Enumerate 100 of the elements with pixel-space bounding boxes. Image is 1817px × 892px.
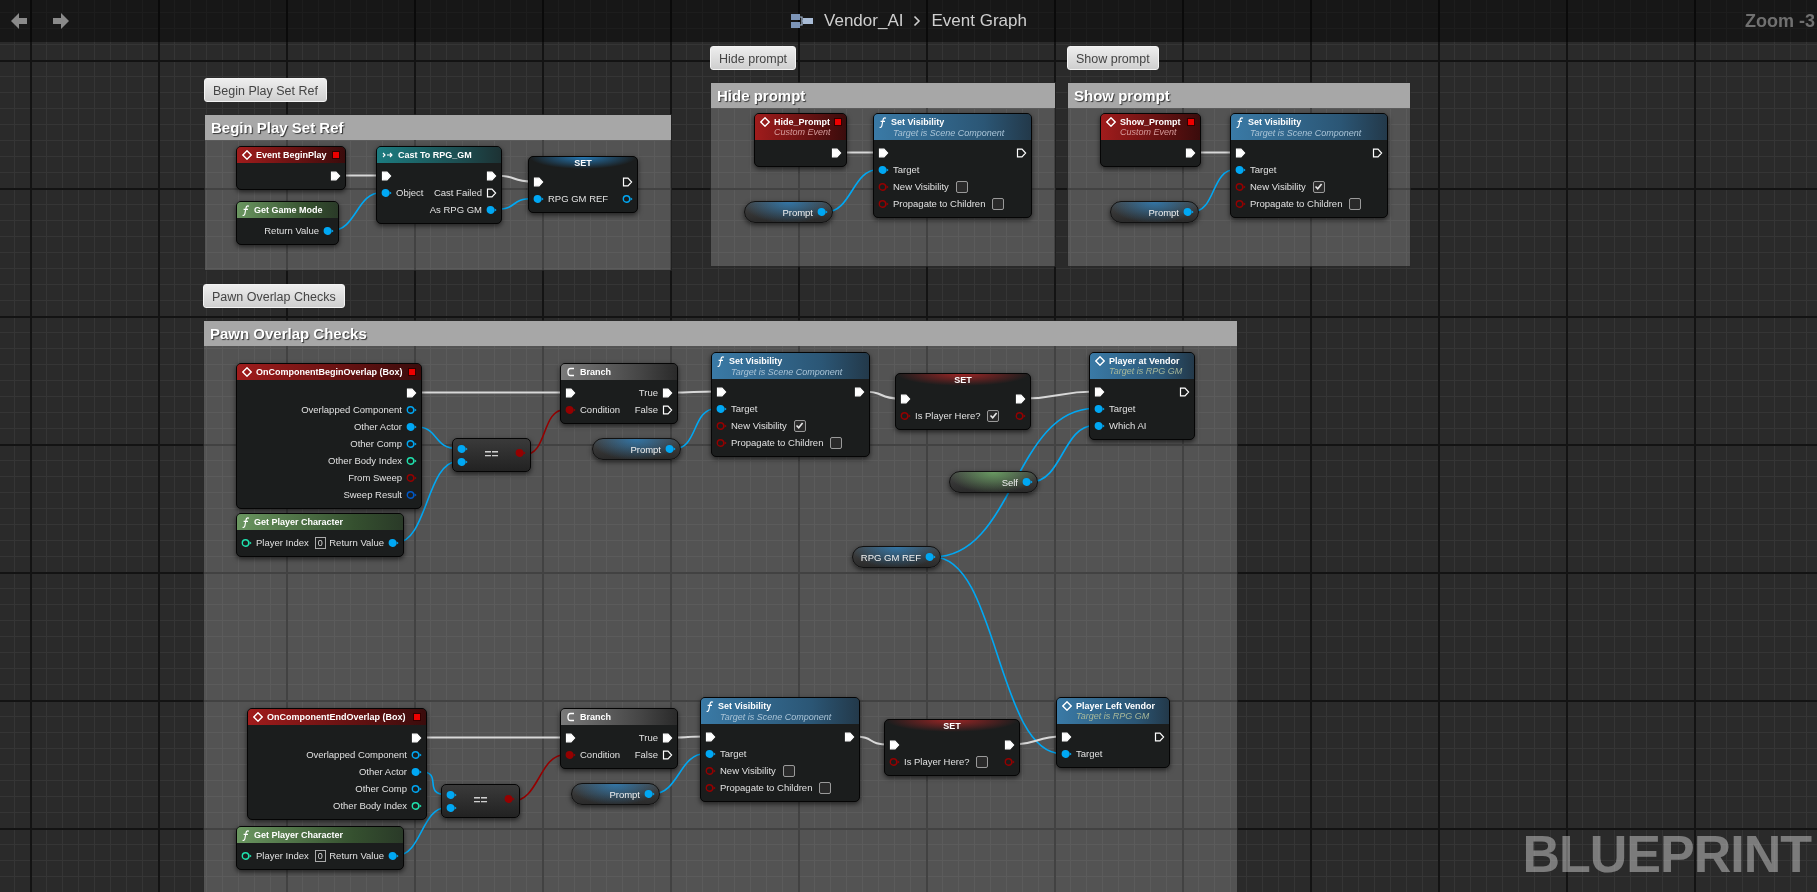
variable-label: Prompt bbox=[1148, 206, 1179, 218]
pin-label: Other Body Index bbox=[333, 800, 407, 811]
node-title: Player at Vendor bbox=[1109, 356, 1180, 366]
pin-label: Is Player Here? bbox=[904, 756, 970, 767]
node-title: SET bbox=[574, 158, 592, 168]
node-subtitle: Target is Scene Component bbox=[730, 366, 844, 377]
comment-title: Show prompt bbox=[1068, 83, 1410, 108]
pin-label: Player Index bbox=[256, 850, 309, 861]
node-title: Set Visibility bbox=[891, 117, 945, 127]
node-subtitle: Target is Scene Component bbox=[719, 711, 833, 722]
cast-node[interactable]: Cast To RPG_GM Object Cast Failed As RPG GM bbox=[376, 146, 502, 224]
pin-label: Return Value bbox=[329, 850, 384, 861]
variable-label: RPG GM REF bbox=[860, 551, 921, 563]
function-node[interactable]: Get Game Mode Return Value bbox=[236, 201, 339, 245]
pin-label: Condition bbox=[580, 749, 621, 760]
pin-label: False bbox=[634, 404, 658, 415]
event-node[interactable]: OnComponentEndOverlap (Box) Overlapped Component Other Actor Other Comp Other Body Index bbox=[247, 708, 427, 820]
variable-label: Prompt bbox=[630, 443, 661, 455]
function-node[interactable]: Set Visibility Target is Scene Component Target New Visibility Propagate to Children bbox=[1230, 113, 1388, 218]
pin-label: Overlapped Component bbox=[306, 749, 407, 760]
variable-node[interactable]: Prompt bbox=[571, 783, 660, 805]
variable-label: Prompt bbox=[782, 206, 813, 218]
node-title: Set Visibility bbox=[729, 356, 783, 366]
pin-label: Propagate to Children bbox=[731, 437, 824, 448]
compare-node[interactable]: == bbox=[441, 784, 520, 818]
pin-label: Is Player Here? bbox=[915, 410, 981, 421]
node-title: Branch bbox=[580, 367, 611, 377]
variable-node[interactable]: Prompt bbox=[1110, 201, 1199, 223]
pin-label: Propagate to Children bbox=[1250, 198, 1343, 209]
zoom-level: Zoom -3 bbox=[1745, 10, 1815, 32]
pin-label: Target bbox=[720, 748, 747, 759]
set-node[interactable]: SET Is Player Here? bbox=[895, 373, 1031, 430]
pin-label: Target bbox=[1109, 403, 1136, 414]
comment-title: Begin Play Set Ref bbox=[205, 115, 671, 140]
function-node[interactable]: Get Player Character Player Index 0 Return Value bbox=[236, 513, 404, 557]
node-title: SET bbox=[943, 721, 961, 731]
node-title: SET bbox=[954, 375, 972, 385]
node-subtitle: Target is Scene Component bbox=[892, 127, 1006, 138]
pin-label: RPG GM REF bbox=[548, 193, 609, 204]
node-title: Hide_Prompt bbox=[774, 117, 830, 127]
pin-label: Target bbox=[1076, 748, 1103, 759]
pin-label: New Visibility bbox=[1250, 181, 1306, 192]
pin-label: Cast Failed bbox=[433, 187, 482, 198]
node-subtitle: Target is Scene Component bbox=[1249, 127, 1363, 138]
pin-label: As RPG GM bbox=[429, 204, 482, 215]
pin-label: New Visibility bbox=[731, 420, 787, 431]
breadcrumb-item[interactable]: Event Graph bbox=[931, 11, 1027, 31]
comment-bubble[interactable]: Pawn Overlap Checks bbox=[203, 284, 345, 308]
node-subtitle: Target is RPG GM bbox=[1075, 711, 1151, 721]
event-node[interactable]: OnComponentBeginOverlap (Box) Overlapped Component Other Actor Other Comp Other Body Index From Sweep Sweep Result bbox=[236, 363, 422, 509]
operator-label: == bbox=[473, 793, 488, 807]
function-node[interactable]: Get Player Character Player Index 0 Return Value bbox=[236, 826, 404, 870]
pin-label: From Sweep bbox=[348, 472, 402, 483]
variable-node[interactable]: RPG GM REF bbox=[852, 546, 941, 568]
node-title: Show_Prompt bbox=[1120, 117, 1181, 127]
message-node[interactable]: Player at Vendor Target is RPG GM Target Which AI bbox=[1089, 352, 1195, 440]
pin-label: Overlapped Component bbox=[301, 404, 402, 415]
pin-label: New Visibility bbox=[720, 765, 776, 776]
function-node[interactable]: Set Visibility Target is Scene Component Target New Visibility Propagate to Children bbox=[711, 352, 870, 457]
node-title: Set Visibility bbox=[1248, 117, 1302, 127]
set-node[interactable]: SET RPG GM REF bbox=[528, 156, 638, 213]
variable-label: Prompt bbox=[609, 788, 640, 800]
node-title: Event BeginPlay bbox=[256, 150, 327, 160]
branch-node[interactable]: Branch True Condition False bbox=[560, 708, 678, 769]
breadcrumb-item[interactable]: Vendor_AI bbox=[824, 11, 904, 31]
comment-title: Hide prompt bbox=[711, 83, 1055, 108]
pin-label: Propagate to Children bbox=[893, 198, 986, 209]
event-node[interactable]: Event BeginPlay bbox=[236, 146, 346, 190]
node-title: Get Player Character bbox=[254, 517, 344, 527]
comment-bubble[interactable]: Begin Play Set Ref bbox=[204, 78, 327, 102]
variable-node[interactable]: Prompt bbox=[592, 438, 681, 460]
pin-label: Condition bbox=[580, 404, 621, 415]
self-node[interactable]: Self bbox=[949, 471, 1038, 493]
node-title: OnComponentEndOverlap (Box) bbox=[267, 712, 406, 722]
set-node[interactable]: SET Is Player Here? bbox=[884, 719, 1020, 776]
comment-title: Pawn Overlap Checks bbox=[204, 321, 1237, 346]
message-node[interactable]: Player Left Vendor Target is RPG GM Target bbox=[1056, 697, 1170, 768]
variable-node[interactable]: Prompt bbox=[744, 201, 833, 223]
event-node[interactable]: Show_Prompt Custom Event bbox=[1100, 113, 1201, 167]
pin-label: Other Actor bbox=[358, 766, 407, 777]
comment-bubble[interactable]: Show prompt bbox=[1067, 46, 1159, 70]
node-title: Get Game Mode bbox=[254, 205, 323, 215]
comment-bubble[interactable]: Hide prompt bbox=[710, 46, 797, 70]
function-node[interactable]: Set Visibility Target is Scene Component Target New Visibility Propagate to Children bbox=[873, 113, 1032, 218]
node-title: Cast To RPG_GM bbox=[398, 150, 472, 160]
operator-label: == bbox=[484, 447, 499, 461]
node-title: Set Visibility bbox=[718, 701, 772, 711]
event-node[interactable]: Hide_Prompt Custom Event bbox=[754, 113, 847, 167]
pin-label: Return Value bbox=[329, 537, 384, 548]
pin-label: True bbox=[638, 732, 658, 743]
branch-node[interactable]: Branch True Condition False bbox=[560, 363, 678, 424]
pin-label: Target bbox=[731, 403, 758, 414]
pin-label: Target bbox=[1250, 164, 1277, 175]
function-node[interactable]: Set Visibility Target is Scene Component Target New Visibility Propagate to Children bbox=[700, 697, 860, 802]
pin-label: Propagate to Children bbox=[720, 782, 813, 793]
pin-label: Player Index bbox=[256, 537, 309, 548]
pin-label: Other Comp bbox=[355, 783, 407, 794]
number-field[interactable]: 0 bbox=[314, 849, 326, 862]
compare-node[interactable]: == bbox=[452, 438, 531, 472]
number-field[interactable]: 0 bbox=[314, 536, 326, 549]
